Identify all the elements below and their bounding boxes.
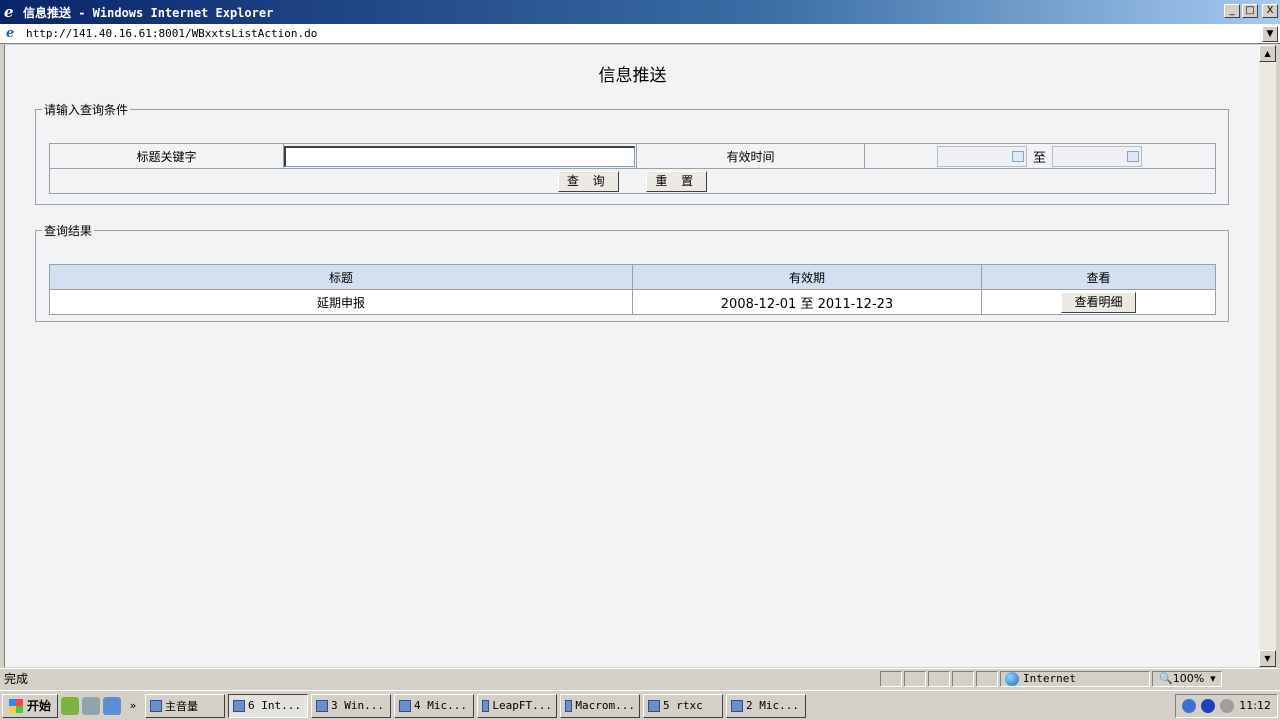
quicklaunch-icon[interactable] bbox=[82, 696, 101, 715]
search-conditions-box: 请输入查询条件 标题关键字 有效时间 至 查 询 重 置 bbox=[35, 101, 1229, 205]
ie-logo-icon: e bbox=[4, 3, 14, 21]
reset-button[interactable]: 重 置 bbox=[646, 170, 708, 192]
search-buttons-row: 查 询 重 置 bbox=[49, 168, 1216, 194]
task-icon bbox=[150, 699, 163, 712]
maximize-button[interactable]: □ bbox=[1242, 4, 1258, 18]
minimize-button[interactable]: _ bbox=[1224, 4, 1240, 18]
address-bar[interactable]: e http://141.40.16.61:8001/WBxxtsListAct… bbox=[0, 24, 1280, 44]
window-controls: _ □ X bbox=[1224, 4, 1278, 18]
task-icon bbox=[399, 699, 412, 712]
status-pane bbox=[928, 670, 950, 687]
tray-icon[interactable] bbox=[1201, 698, 1216, 713]
tray-icon[interactable] bbox=[1220, 698, 1235, 713]
task-button[interactable]: 5 rtxc bbox=[643, 693, 724, 718]
zone-label: Internet bbox=[1023, 672, 1076, 685]
globe-icon bbox=[1005, 671, 1019, 686]
scroll-up-icon[interactable]: ▲ bbox=[1259, 45, 1276, 62]
quicklaunch-icon[interactable] bbox=[103, 696, 122, 715]
keyword-cell bbox=[283, 143, 637, 169]
page-icon: e bbox=[6, 25, 15, 41]
status-pane bbox=[904, 670, 926, 687]
valid-time-label: 有效时间 bbox=[636, 143, 865, 169]
task-button[interactable]: 4 Mic... bbox=[394, 693, 475, 718]
start-button[interactable]: 开始 bbox=[2, 693, 59, 718]
results-table: 标题 有效期 查看 延期申报 2008-12-01 至 2011-12-23 查… bbox=[49, 264, 1216, 315]
status-pane bbox=[952, 670, 974, 687]
task-button[interactable]: 3 Win... bbox=[311, 693, 392, 718]
windows-flag-icon bbox=[9, 698, 23, 713]
window-title: 信息推送 - Windows Internet Explorer bbox=[23, 5, 274, 20]
column-header-view: 查看 bbox=[981, 264, 1216, 290]
task-label: 5 rtxc bbox=[663, 699, 703, 712]
task-icon bbox=[648, 699, 661, 712]
start-label: 开始 bbox=[27, 699, 52, 713]
results-legend: 查询结果 bbox=[44, 224, 93, 238]
status-bar: 完成 Internet 🔍 100% ▾ bbox=[0, 668, 1280, 688]
task-label: Macrom... bbox=[575, 699, 636, 712]
task-label: 6 Int... bbox=[248, 699, 301, 712]
task-button[interactable]: 2 Mic... bbox=[726, 693, 807, 718]
date-to-input[interactable] bbox=[1052, 145, 1143, 167]
status-pane bbox=[976, 670, 998, 687]
close-button[interactable]: X bbox=[1262, 4, 1278, 18]
row-action-cell: 查看明细 bbox=[981, 289, 1216, 315]
security-zone[interactable]: Internet bbox=[1000, 670, 1150, 687]
address-dropdown-button[interactable]: ▼ bbox=[1262, 26, 1278, 42]
calendar-icon[interactable] bbox=[1012, 150, 1024, 162]
keyword-label: 标题关键字 bbox=[49, 143, 284, 169]
quicklaunch-icon[interactable] bbox=[61, 696, 80, 715]
task-icon bbox=[731, 699, 744, 712]
scroll-down-icon[interactable]: ▼ bbox=[1259, 650, 1276, 667]
view-detail-button[interactable]: 查看明细 bbox=[1061, 291, 1136, 313]
keyword-input[interactable] bbox=[284, 145, 635, 167]
system-tray: 11:12 bbox=[1175, 693, 1278, 718]
task-icon bbox=[233, 699, 246, 712]
taskbar: 开始 » 主音量 6 Int... 3 Win... 4 Mic... Leap… bbox=[0, 690, 1280, 720]
task-button[interactable]: LeapFT... bbox=[477, 693, 558, 718]
task-button[interactable]: 6 Int... bbox=[228, 693, 309, 718]
date-from-input[interactable] bbox=[937, 145, 1027, 167]
status-text: 完成 bbox=[4, 672, 29, 686]
zoom-level: 100% bbox=[1172, 672, 1205, 685]
column-header-title: 标题 bbox=[49, 264, 633, 290]
calendar-icon[interactable] bbox=[1127, 150, 1140, 162]
row-end-date: 2011-12-23 bbox=[817, 296, 894, 312]
zoom-control[interactable]: 🔍 100% ▾ bbox=[1152, 670, 1222, 687]
table-row: 延期申报 2008-12-01 至 2011-12-23 查看明细 bbox=[49, 289, 1216, 315]
search-form-table: 标题关键字 有效时间 至 查 询 重 置 bbox=[49, 143, 1216, 194]
task-button[interactable]: Macrom... bbox=[560, 693, 641, 718]
task-label: 主音量 bbox=[165, 699, 199, 713]
vertical-scrollbar[interactable]: ▲ ▼ bbox=[1259, 45, 1276, 667]
column-header-period: 有效期 bbox=[632, 264, 982, 290]
address-url[interactable]: http://141.40.16.61:8001/WBxxtsListActio… bbox=[26, 27, 317, 40]
clock: 11:12 bbox=[1239, 699, 1271, 712]
status-pane bbox=[880, 670, 902, 687]
more-icon[interactable]: » bbox=[124, 697, 142, 715]
date-separator: 至 bbox=[1033, 150, 1047, 166]
window-titlebar: e 信息推送 - Windows Internet Explorer _ □ X bbox=[0, 0, 1280, 24]
task-label: 4 Mic... bbox=[414, 699, 467, 712]
results-box: 查询结果 标题 有效期 查看 延期申报 2008-12-01 至 2011-12… bbox=[35, 222, 1229, 322]
page-title: 信息推送 bbox=[598, 66, 667, 86]
task-icon bbox=[482, 699, 490, 712]
results-header-row: 标题 有效期 查看 bbox=[49, 264, 1216, 290]
row-date-separator: 至 bbox=[800, 296, 814, 312]
task-label: 2 Mic... bbox=[746, 699, 799, 712]
query-button[interactable]: 查 询 bbox=[557, 170, 619, 192]
task-label: 3 Win... bbox=[331, 699, 384, 712]
zoom-icon: 🔍 bbox=[1159, 672, 1173, 685]
task-label: LeapFT... bbox=[492, 699, 553, 712]
task-button[interactable]: 主音量 bbox=[145, 693, 226, 718]
task-icon bbox=[316, 699, 329, 712]
tray-icon[interactable] bbox=[1182, 698, 1197, 713]
task-icon bbox=[565, 699, 573, 712]
row-start-date: 2008-12-01 bbox=[720, 296, 797, 312]
date-range-cell: 至 bbox=[864, 143, 1216, 169]
row-title: 延期申报 bbox=[49, 289, 633, 315]
chevron-down-icon: ▾ bbox=[1210, 672, 1216, 685]
search-conditions-legend: 请输入查询条件 bbox=[44, 103, 129, 117]
page-content: 信息推送 请输入查询条件 标题关键字 有效时间 至 查 询 重 置 查询结果 标… bbox=[4, 45, 1259, 667]
row-period: 2008-12-01 至 2011-12-23 bbox=[632, 289, 982, 315]
